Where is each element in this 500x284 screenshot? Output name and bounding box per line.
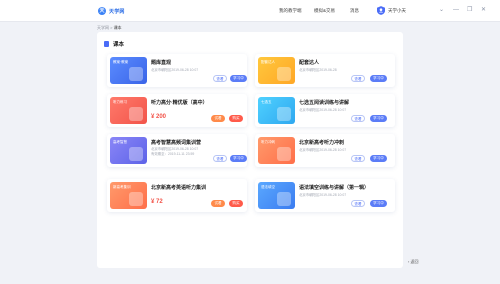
user-name: 天学小天 xyxy=(388,7,406,13)
thumbnail-graphic xyxy=(277,192,291,206)
close-icon[interactable]: ✕ xyxy=(481,7,486,14)
view-button[interactable]: 查看 xyxy=(213,75,227,82)
course-meta: 北京市朝阳区2019-06-28 10:07 xyxy=(299,193,347,197)
thumbnail-graphic xyxy=(129,67,143,81)
course-meta: 北京市朝阳区2019-06-28 10:07 xyxy=(299,148,347,152)
thumbnail-tag: 高考智慧 xyxy=(113,140,127,144)
course-title: 听力高分·精优版（高中） xyxy=(151,100,208,106)
breadcrumb-current: 课本 xyxy=(113,25,122,30)
buy-button[interactable]: 购买 xyxy=(229,200,243,207)
course-expiry: 有效期至：2019-11-11 23:59 xyxy=(151,152,195,156)
minimize-icon[interactable]: — xyxy=(453,7,459,14)
thumbnail-tag: 语法填空 xyxy=(261,185,275,189)
course-thumbnail: 教案·教案 xyxy=(110,57,147,84)
course-thumbnail: 七选五 xyxy=(258,97,295,124)
course-thumbnail: 听力练习 xyxy=(110,97,147,124)
breadcrumb-prefix[interactable]: 天学网 > xyxy=(97,25,114,30)
view-button[interactable]: 查看 xyxy=(351,115,365,122)
thumbnail-graphic xyxy=(129,192,143,206)
top-bar: 天 天学网 我的教学端 模拟&交易 消息 天学小天 ⌄ — ❐ ✕ xyxy=(0,0,500,22)
course-meta: 北京市朝阳区2019-06-28 10:07 xyxy=(151,68,199,72)
view-button[interactable]: 查看 xyxy=(213,155,227,162)
view-button[interactable]: 查看 xyxy=(351,200,365,207)
course-meta: 北京市朝阳区2019-06-28 10:07 xyxy=(299,108,347,112)
course-thumbnail: 高考智慧 xyxy=(110,137,147,164)
course-title: 七选五阅读训练与讲解 xyxy=(299,100,350,106)
thumbnail-tag: 新高考集训 xyxy=(113,185,131,189)
course-thumbnail: 听力冲刺 xyxy=(258,137,295,164)
thumbnail-graphic xyxy=(277,67,291,81)
thumbnail-graphic xyxy=(129,107,143,121)
textbook-panel: 课本 教案·教案 题库直观 北京市朝阳区2019-06-28 10:07 查看 … xyxy=(97,32,403,268)
course-meta: 北京市朝阳区2019-06-28 xyxy=(299,68,337,72)
thumbnail-graphic xyxy=(129,147,143,161)
course-card[interactable]: 听力冲刺 北京新高考听力冲刺 北京市朝阳区2019-06-28 10:07 查看… xyxy=(255,134,395,167)
learning-button[interactable]: 学习中 xyxy=(370,75,387,82)
course-title: 语法填空训练与讲解（第一辑） xyxy=(299,185,370,191)
course-title: 题库直观 xyxy=(151,60,172,66)
learning-button[interactable]: 学习中 xyxy=(370,115,387,122)
thumbnail-tag: 七选五 xyxy=(261,100,272,104)
nav-simulation[interactable]: 模拟&交易 xyxy=(314,8,335,14)
course-card[interactable]: 新高考集训 北京新高考英语听力集训 ¥ 72 试看 购买 xyxy=(107,179,247,212)
learning-button[interactable]: 学习中 xyxy=(370,200,387,207)
course-title: 北京新高考听力冲刺 xyxy=(299,140,345,146)
course-card[interactable]: 听力练习 听力高分·精优版（高中） ¥ 200 试看 购买 xyxy=(107,94,247,127)
course-card[interactable]: 七选五 七选五阅读训练与讲解 北京市朝阳区2019-06-28 10:07 查看… xyxy=(255,94,395,127)
course-card[interactable]: 教案·教案 题库直观 北京市朝阳区2019-06-28 10:07 查看 学习中 xyxy=(107,54,247,87)
course-price: ¥ 72 xyxy=(151,199,163,205)
thumbnail-tag: 听力练习 xyxy=(113,100,127,104)
course-card[interactable]: 语法填空 语法填空训练与讲解（第一辑） 北京市朝阳区2019-06-28 10:… xyxy=(255,179,395,212)
maximize-icon[interactable]: ❐ xyxy=(467,7,472,14)
buy-button[interactable]: 购买 xyxy=(229,115,243,122)
book-icon xyxy=(104,41,109,47)
course-title: 北京新高考英语听力集训 xyxy=(151,185,207,191)
course-card[interactable]: 高考智慧 高考智慧高频词集训营 北京市朝阳区2019-06-28 10:07 有… xyxy=(107,134,247,167)
course-price: ¥ 200 xyxy=(151,114,167,120)
nav-messages[interactable]: 消息 xyxy=(350,8,359,14)
thumbnail-graphic xyxy=(277,107,291,121)
logo-text: 天学网 xyxy=(109,8,125,15)
course-title: 高考智慧高频词集训营 xyxy=(151,140,202,146)
course-thumbnail: 新高考集训 xyxy=(110,182,147,209)
trial-button[interactable]: 试看 xyxy=(211,115,225,122)
course-card[interactable]: 配套达人 配套达人 北京市朝阳区2019-06-28 查看 学习中 xyxy=(255,54,395,87)
panel-title: 课本 xyxy=(104,40,124,48)
thumbnail-graphic xyxy=(277,147,291,161)
learning-button[interactable]: 学习中 xyxy=(230,155,247,162)
view-button[interactable]: 查看 xyxy=(351,75,365,82)
shield-avatar-icon xyxy=(377,6,385,15)
thumbnail-tag: 配套达人 xyxy=(261,60,275,64)
breadcrumb: 天学网 > 课本 xyxy=(97,25,122,31)
thumbnail-tag: 听力冲刺 xyxy=(261,140,275,144)
thumbnail-tag: 教案·教案 xyxy=(113,60,129,64)
course-title: 配套达人 xyxy=(299,60,320,66)
view-button[interactable]: 查看 xyxy=(351,155,365,162)
back-button[interactable]: ‹ 返回 xyxy=(408,259,418,265)
user-menu[interactable]: 天学小天 xyxy=(377,6,406,15)
learning-button[interactable]: 学习中 xyxy=(230,75,247,82)
dropdown-icon[interactable]: ⌄ xyxy=(439,7,444,14)
learning-button[interactable]: 学习中 xyxy=(370,155,387,162)
course-thumbnail: 语法填空 xyxy=(258,182,295,209)
page-title: 课本 xyxy=(113,42,125,48)
trial-button[interactable]: 试看 xyxy=(211,200,225,207)
course-thumbnail: 配套达人 xyxy=(258,57,295,84)
app-logo[interactable]: 天 天学网 xyxy=(98,6,125,16)
nav-teaching[interactable]: 我的教学端 xyxy=(279,8,302,14)
logo-icon: 天 xyxy=(98,7,106,15)
